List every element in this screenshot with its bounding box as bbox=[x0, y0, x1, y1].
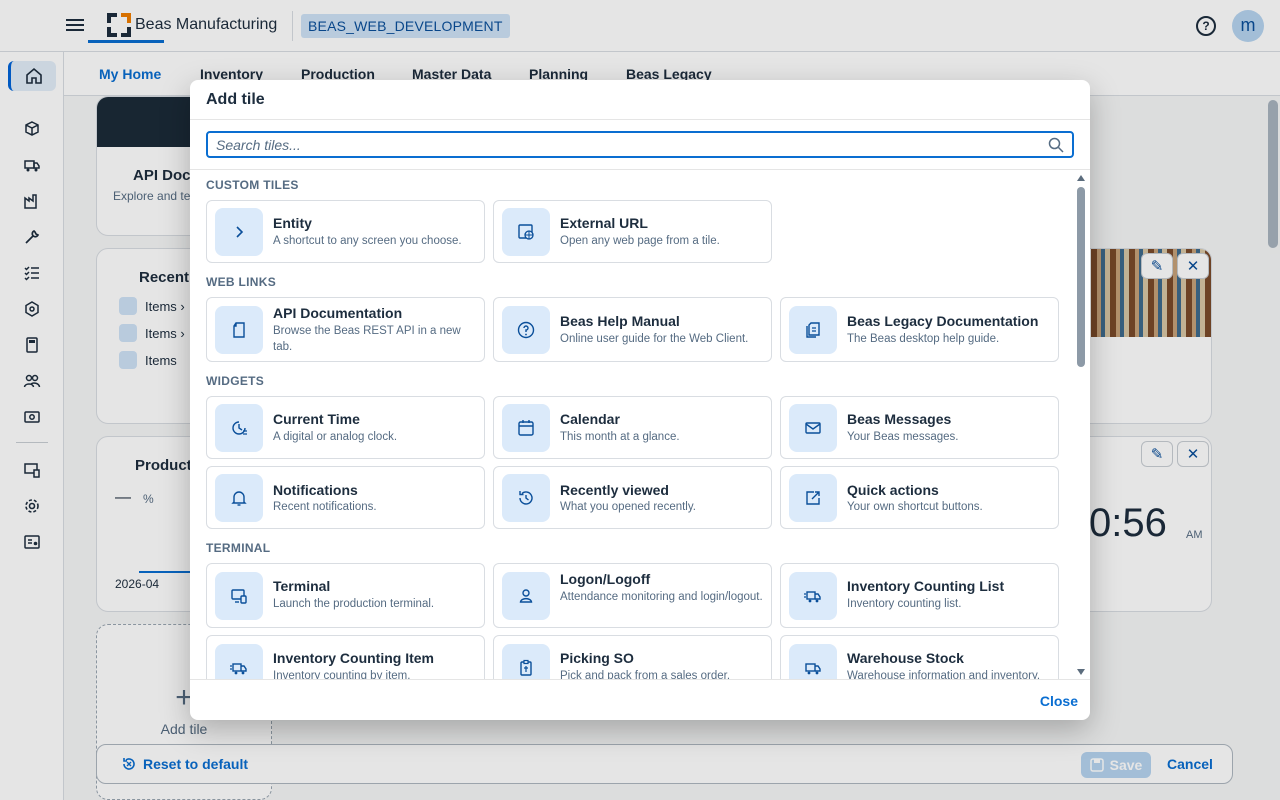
tile-name: Picking SO bbox=[560, 650, 634, 666]
tile-description: Attendance monitoring and login/logout. bbox=[560, 591, 763, 603]
share-icon bbox=[789, 474, 837, 522]
tile-quick-actions[interactable]: Quick actions Your own shortcut buttons. bbox=[780, 466, 1059, 529]
tile-description: Launch the production terminal. bbox=[273, 598, 435, 610]
tile-description: Online user guide for the Web Client. bbox=[560, 333, 749, 345]
section-custom-tiles: CUSTOM TILES bbox=[206, 178, 299, 192]
terminal-icon bbox=[215, 572, 263, 620]
tile-description: A shortcut to any screen you choose. bbox=[273, 235, 462, 247]
tile-description: The Beas desktop help guide. bbox=[847, 333, 1000, 345]
globe-icon bbox=[502, 208, 550, 256]
tile-name: Current Time bbox=[273, 411, 360, 427]
tile-description: Inventory counting list. bbox=[847, 598, 962, 610]
tile-entity[interactable]: Entity A shortcut to any screen you choo… bbox=[206, 200, 485, 263]
scroll-thumb[interactable] bbox=[1077, 187, 1085, 367]
truck-icon bbox=[789, 644, 837, 679]
tile-name: Inventory Counting List bbox=[847, 578, 1005, 594]
tile-name: Quick actions bbox=[847, 482, 939, 498]
tile-description: A digital or analog clock. bbox=[273, 431, 398, 443]
tile-description: Your Beas messages. bbox=[847, 431, 959, 443]
tile-description: Warehouse information and inventory. bbox=[847, 670, 1041, 680]
tile-description: Inventory counting by item. bbox=[273, 670, 411, 680]
section-web-links: WEB LINKS bbox=[206, 275, 277, 289]
tile-beas-messages[interactable]: Beas Messages Your Beas messages. bbox=[780, 396, 1059, 459]
tile-description: Browse the Beas REST API in a new tab. bbox=[273, 325, 461, 353]
calendar-icon bbox=[502, 404, 550, 452]
documents-icon bbox=[789, 306, 837, 354]
clock-icon bbox=[215, 404, 263, 452]
section-widgets: WIDGETS bbox=[206, 374, 265, 388]
tile-name: Beas Messages bbox=[847, 411, 952, 427]
envelope-icon bbox=[789, 404, 837, 452]
question-icon bbox=[502, 306, 550, 354]
scroll-down-icon[interactable] bbox=[1077, 669, 1085, 675]
chevron-right-icon bbox=[215, 208, 263, 256]
tile-description: This month at a glance. bbox=[560, 431, 680, 443]
delivery-truck-icon bbox=[215, 644, 263, 679]
search-icon[interactable] bbox=[1048, 137, 1064, 153]
tile-external-url[interactable]: External URL Open any web page from a ti… bbox=[493, 200, 772, 263]
tile-description: Open any web page from a tile. bbox=[560, 235, 720, 247]
tile-catalog[interactable]: CUSTOM TILES Entity A shortcut to any sc… bbox=[190, 169, 1090, 680]
tile-description: What you opened recently. bbox=[560, 501, 696, 513]
person-icon bbox=[502, 572, 550, 620]
tile-description: Your own shortcut buttons. bbox=[847, 501, 983, 513]
tile-inventory-counting-list[interactable]: Inventory Counting List Inventory counti… bbox=[780, 563, 1059, 628]
dialog-footer: Close bbox=[190, 680, 1090, 720]
history-icon bbox=[502, 474, 550, 522]
tile-name: Calendar bbox=[560, 411, 620, 427]
tile-name: Logon/Logoff bbox=[560, 571, 651, 587]
dialog-title: Add tile bbox=[206, 91, 265, 108]
tile-terminal[interactable]: Terminal Launch the production terminal. bbox=[206, 563, 485, 628]
tile-name: Entity bbox=[273, 215, 312, 231]
tile-name: Notifications bbox=[273, 482, 358, 498]
search-input[interactable] bbox=[216, 135, 1036, 154]
tile-beas-help-manual[interactable]: Beas Help Manual Online user guide for t… bbox=[493, 297, 772, 362]
tile-api-documentation[interactable]: API Documentation Browse the Beas REST A… bbox=[206, 297, 485, 362]
tile-description: Recent notifications. bbox=[273, 501, 377, 513]
tile-recently-viewed[interactable]: Recently viewed What you opened recently… bbox=[493, 466, 772, 529]
tile-description: Pick and pack from a sales order. bbox=[560, 670, 731, 680]
delivery-truck-icon bbox=[789, 572, 837, 620]
tile-name: API Documentation bbox=[273, 305, 403, 321]
document-icon bbox=[215, 306, 263, 354]
tile-beas-legacy-documentation[interactable]: Beas Legacy Documentation The Beas deskt… bbox=[780, 297, 1059, 362]
tile-current-time[interactable]: Current Time A digital or analog clock. bbox=[206, 396, 485, 459]
dialog-scrollbar[interactable] bbox=[1076, 169, 1086, 680]
add-tile-dialog: Add tile CUSTOM TILES Entity A shortcut … bbox=[190, 80, 1090, 720]
bell-icon bbox=[215, 474, 263, 522]
tile-name: Terminal bbox=[273, 578, 331, 594]
tile-logon-logoff[interactable]: Logon/Logoff Attendance monitoring and l… bbox=[493, 563, 772, 628]
close-button[interactable]: Close bbox=[1040, 693, 1078, 709]
tile-name: Warehouse Stock bbox=[847, 650, 964, 666]
scroll-up-icon[interactable] bbox=[1077, 175, 1085, 181]
tile-calendar[interactable]: Calendar This month at a glance. bbox=[493, 396, 772, 459]
tile-inventory-counting-item[interactable]: Inventory Counting Item Inventory counti… bbox=[206, 635, 485, 680]
dialog-header: Add tile bbox=[190, 80, 1090, 120]
tile-name: Recently viewed bbox=[560, 482, 669, 498]
tile-name: External URL bbox=[560, 215, 648, 231]
tile-name: Beas Legacy Documentation bbox=[847, 313, 1039, 329]
tile-warehouse-stock[interactable]: Warehouse Stock Warehouse information an… bbox=[780, 635, 1059, 680]
tile-picking-so[interactable]: Picking SO Pick and pack from a sales or… bbox=[493, 635, 772, 680]
search-field[interactable] bbox=[206, 131, 1074, 158]
section-terminal: TERMINAL bbox=[206, 541, 271, 555]
clipboard-icon bbox=[502, 644, 550, 679]
tile-name: Inventory Counting Item bbox=[273, 650, 434, 666]
tile-name: Beas Help Manual bbox=[560, 313, 680, 329]
tile-notifications[interactable]: Notifications Recent notifications. bbox=[206, 466, 485, 529]
